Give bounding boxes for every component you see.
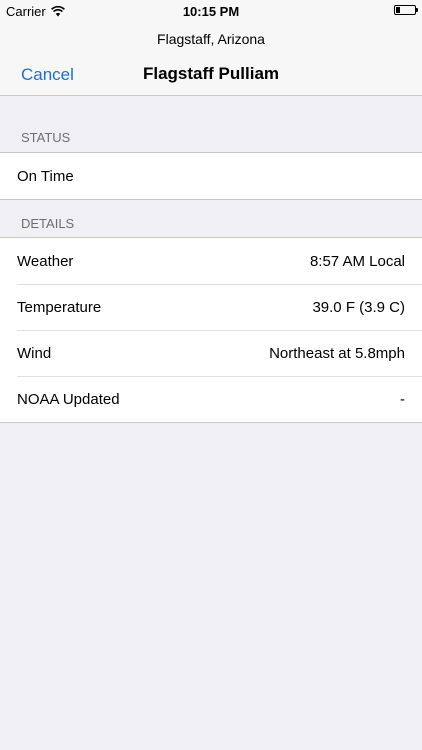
row-value: 8:57 AM Local <box>309 252 405 270</box>
row-value: 39.0 F (3.9 C) <box>312 298 405 316</box>
row-label: Wind <box>17 344 52 362</box>
status-row: On Time <box>0 153 422 199</box>
status-group: On Time <box>0 152 422 200</box>
details-row-noaa-updated: NOAA Updated - <box>0 376 422 422</box>
details-row-weather: Weather 8:57 AM Local <box>0 238 422 284</box>
status-section-header: STATUS <box>21 130 71 145</box>
status-time: 10:15 PM <box>182 4 240 19</box>
status-value: On Time <box>17 167 74 185</box>
details-section-header: DETAILS <box>21 216 75 231</box>
navigation-bar: Flagstaff, Arizona Cancel Flagstaff Pull… <box>0 22 422 96</box>
page-title: Flagstaff Pulliam <box>142 64 280 83</box>
status-bar: Carrier 10:15 PM <box>0 0 422 22</box>
details-row-temperature: Temperature 39.0 F (3.9 C) <box>0 284 422 330</box>
details-group: Weather 8:57 AM Local Temperature 39.0 F… <box>0 237 422 423</box>
nav-prompt: Flagstaff, Arizona <box>157 31 265 47</box>
details-row-wind: Wind Northeast at 5.8mph <box>0 330 422 376</box>
row-label: NOAA Updated <box>17 390 120 408</box>
row-label: Temperature <box>17 298 102 316</box>
row-value: Northeast at 5.8mph <box>269 344 405 362</box>
row-label: Weather <box>17 252 74 270</box>
battery-fill <box>396 7 400 13</box>
row-value: - <box>400 390 405 408</box>
battery-icon <box>394 5 418 15</box>
